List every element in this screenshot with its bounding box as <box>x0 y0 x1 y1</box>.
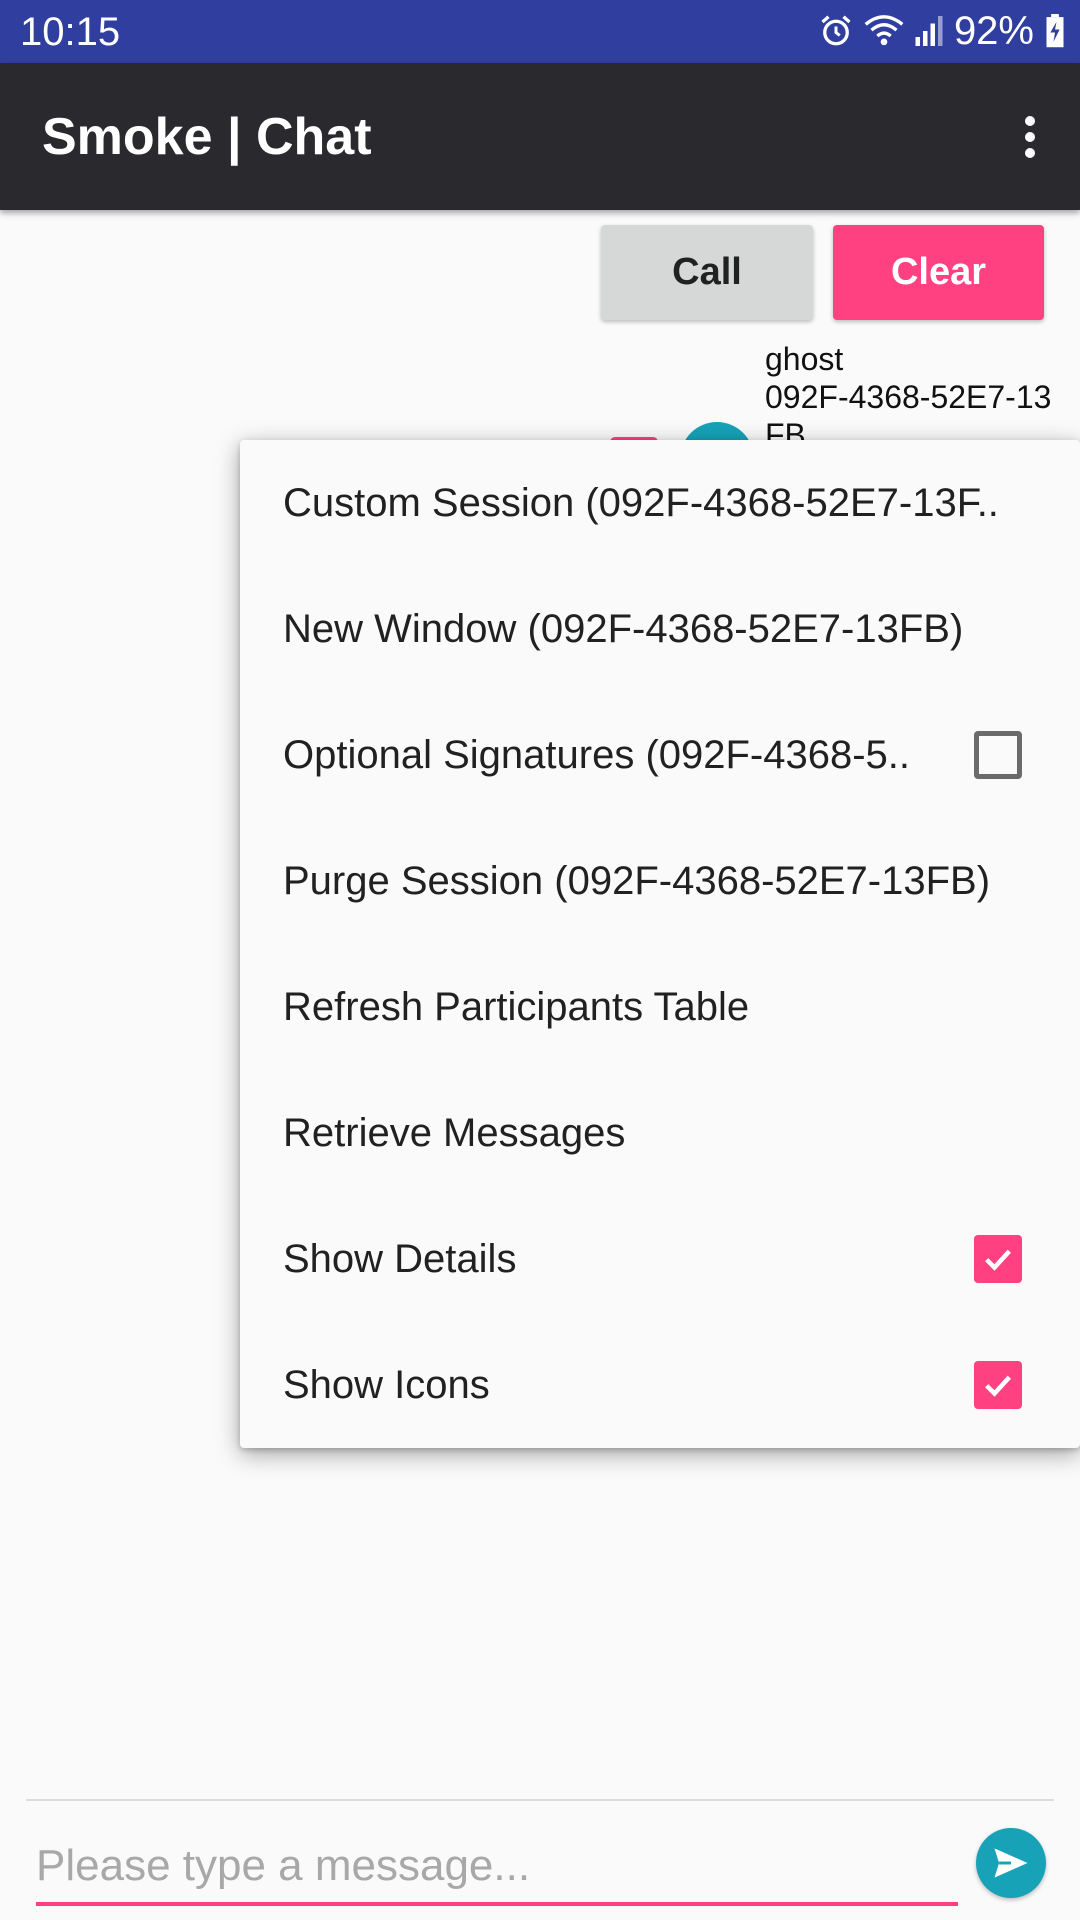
send-icon <box>994 1848 1028 1878</box>
menu-item-custom-session[interactable]: Custom Session (092F-4368-52E7-13F.. <box>240 440 1080 566</box>
optional-signatures-checkbox[interactable] <box>974 731 1022 779</box>
battery-charging-icon <box>1044 14 1066 48</box>
show-icons-checkbox[interactable] <box>974 1361 1022 1409</box>
menu-item-label: Custom Session (092F-4368-52E7-13F.. <box>283 480 999 525</box>
alarm-icon <box>818 13 854 49</box>
check-icon <box>985 1375 1012 1397</box>
menu-item-new-window[interactable]: New Window (092F-4368-52E7-13FB) <box>240 566 1080 692</box>
clear-button[interactable]: Clear <box>833 225 1044 320</box>
more-vert-icon[interactable] <box>994 99 1066 175</box>
menu-item-refresh-participants[interactable]: Refresh Participants Table <box>240 944 1080 1070</box>
overflow-menu: Custom Session (092F-4368-52E7-13F.. New… <box>240 440 1080 1448</box>
show-details-checkbox[interactable] <box>974 1235 1022 1283</box>
app-title: Smoke | Chat <box>42 108 372 166</box>
status-time: 10:15 <box>20 10 121 54</box>
status-bar: 10:15 92% <box>0 0 1080 63</box>
composer-divider <box>26 1799 1054 1801</box>
participant-name: ghost <box>765 341 844 377</box>
menu-item-retrieve-messages[interactable]: Retrieve Messages <box>240 1070 1080 1196</box>
menu-item-label: New Window (092F-4368-52E7-13FB) <box>283 606 964 651</box>
menu-item-show-details[interactable]: Show Details <box>240 1196 1080 1322</box>
menu-item-label: Show Details <box>283 1236 517 1281</box>
chat-screen: 10:15 92% Smoke | Chat Call Clear ghost … <box>0 0 1080 1920</box>
message-input[interactable] <box>36 1830 958 1906</box>
status-icons: 92% <box>818 8 1066 54</box>
battery-percent: 92% <box>953 9 1034 53</box>
call-button[interactable]: Call <box>601 225 813 320</box>
participant-info: ghost 092F-4368-52E7-13FB <box>765 340 1065 441</box>
menu-item-show-icons[interactable]: Show Icons <box>240 1322 1080 1448</box>
menu-item-label: Optional Signatures (092F-4368-5.. <box>283 732 911 777</box>
signal-icon <box>914 14 944 48</box>
app-bar: Smoke | Chat <box>0 63 1080 210</box>
check-icon <box>985 1249 1012 1271</box>
menu-item-label: Purge Session (092F-4368-52E7-13FB) <box>283 858 991 903</box>
wifi-icon <box>864 14 904 48</box>
menu-item-purge-session[interactable]: Purge Session (092F-4368-52E7-13FB) <box>240 818 1080 944</box>
menu-item-label: Refresh Participants Table <box>283 984 750 1029</box>
send-button[interactable] <box>976 1828 1046 1898</box>
menu-item-optional-signatures[interactable]: Optional Signatures (092F-4368-5.. <box>240 692 1080 818</box>
participant-id: 092F-4368-52E7-13FB <box>765 379 1052 441</box>
menu-item-label: Retrieve Messages <box>283 1110 626 1155</box>
menu-item-label: Show Icons <box>283 1362 490 1407</box>
